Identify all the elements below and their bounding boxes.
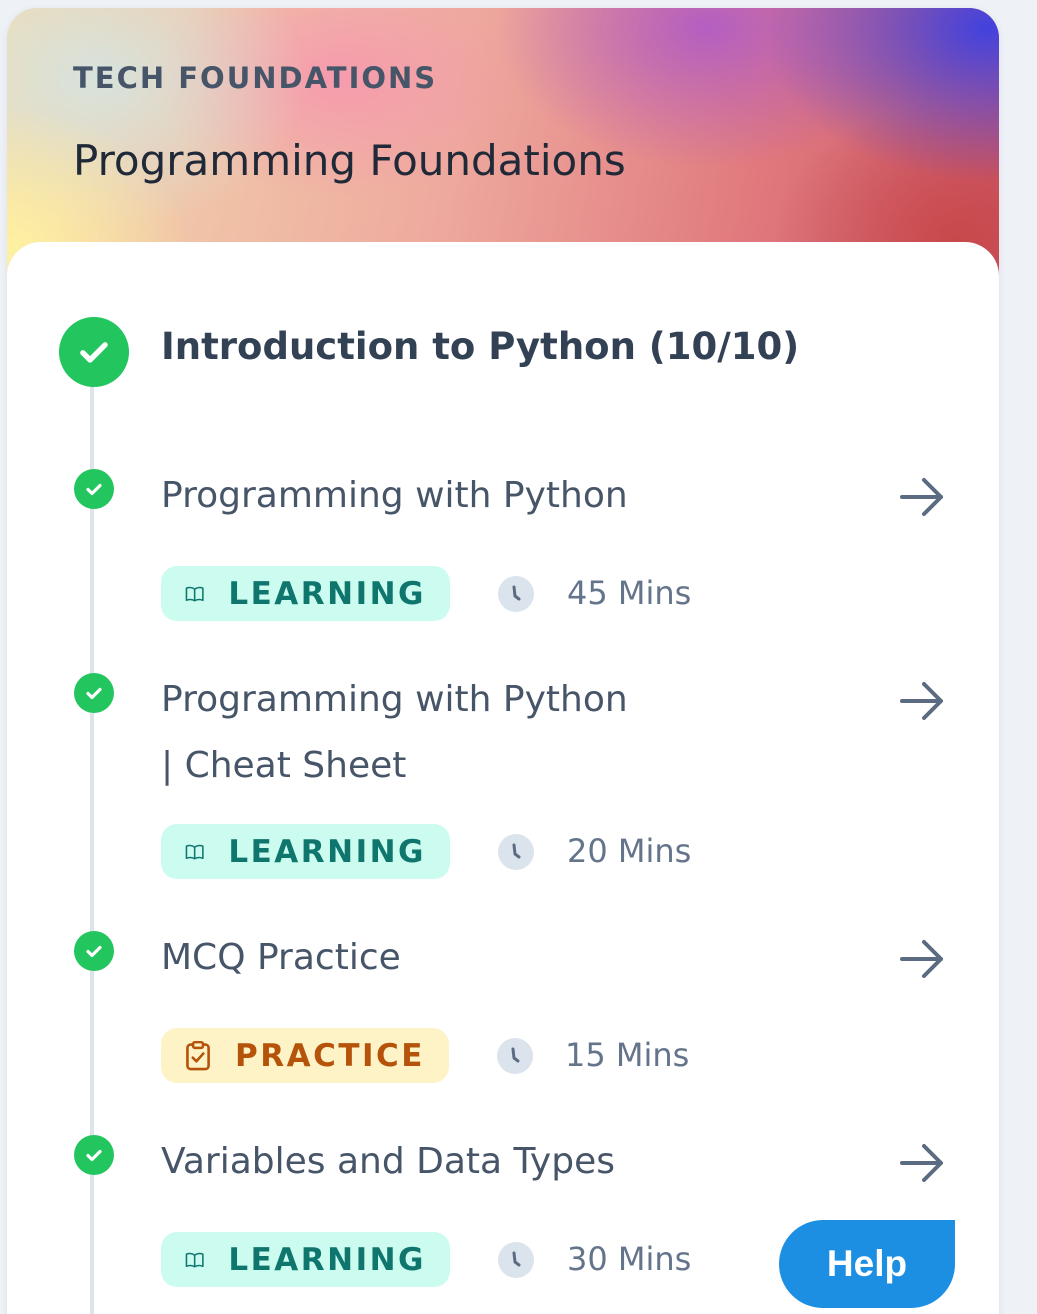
clipboard-check-icon [186, 1040, 210, 1070]
clock-icon [498, 1242, 534, 1278]
item-duration: 45 Mins [567, 574, 692, 612]
item-complete-icon [74, 1135, 114, 1175]
item-duration: 20 Mins [567, 832, 692, 870]
item-duration: 15 Mins [565, 1036, 690, 1074]
item-title[interactable]: Programming with Python | Cheat Sheet [161, 667, 628, 799]
open-item-arrow-icon[interactable] [897, 676, 947, 726]
type-badge: LEARNING [161, 824, 450, 879]
type-badge: LEARNING [161, 566, 450, 621]
item-complete-icon [74, 931, 114, 971]
item-duration: 30 Mins [567, 1240, 692, 1278]
clock-icon [498, 834, 534, 870]
help-button[interactable]: Help [779, 1220, 955, 1308]
clock-icon [498, 576, 534, 612]
type-badge: LEARNING [161, 1232, 450, 1287]
book-icon [185, 844, 204, 860]
module-title: Introduction to Python (10/10) [161, 325, 800, 368]
type-badge: PRACTICE [161, 1028, 449, 1083]
course-card: TECH FOUNDATIONS Programming Foundations [7, 8, 999, 1314]
open-item-arrow-icon[interactable] [897, 1138, 947, 1188]
item-title[interactable]: Variables and Data Types [161, 1129, 615, 1195]
course-category: TECH FOUNDATIONS [73, 61, 438, 95]
book-icon [185, 1252, 204, 1268]
course-title: Programming Foundations [73, 136, 626, 185]
item-title[interactable]: MCQ Practice [161, 925, 401, 991]
item-complete-icon [74, 673, 114, 713]
module-complete-icon [59, 317, 129, 387]
clock-icon [497, 1038, 533, 1074]
item-title[interactable]: Programming with Python [161, 463, 628, 529]
open-item-arrow-icon[interactable] [897, 934, 947, 984]
item-complete-icon [74, 469, 114, 509]
book-icon [185, 586, 204, 602]
open-item-arrow-icon[interactable] [897, 472, 947, 522]
